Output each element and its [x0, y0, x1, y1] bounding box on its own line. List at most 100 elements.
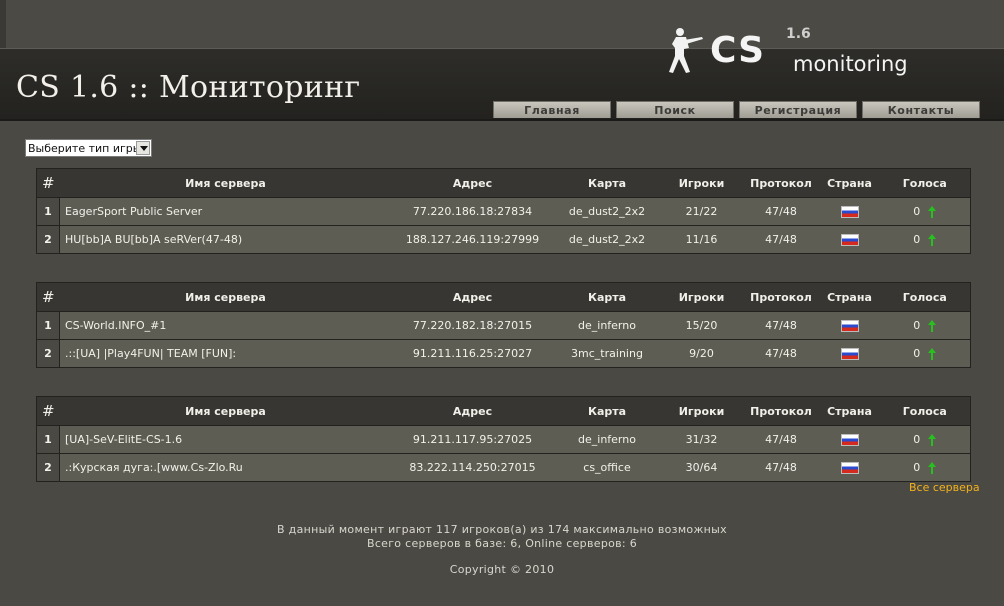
row-num: 2 [36, 453, 60, 482]
server-country [819, 197, 880, 226]
game-type-select[interactable]: Выберите тип игры [25, 139, 152, 157]
server-name-link[interactable]: EagerSport Public Server [59, 197, 392, 226]
players-online-text: В данный момент играют 117 игроков(а) из… [277, 523, 727, 536]
vote-count: 0 [913, 233, 921, 246]
col-votes[interactable]: Голоса [879, 282, 971, 312]
server-votes: 0 [879, 197, 971, 226]
col-players[interactable]: Игроки [660, 282, 743, 312]
russia-flag-icon [840, 206, 859, 218]
vote-up-arrow-icon[interactable] [928, 461, 937, 474]
row-num: 1 [36, 425, 60, 454]
vote-up-arrow-icon[interactable] [928, 347, 937, 360]
col-players[interactable]: Игроки [660, 396, 743, 426]
table-row[interactable]: 1 [UA]-SeV-ElitE-CS-1.6 91.211.117.95:27… [36, 425, 971, 454]
server-address: 77.220.186.18:27834 [391, 197, 554, 226]
col-votes[interactable]: Голоса [879, 168, 971, 198]
server-map: de_inferno [553, 425, 661, 454]
server-name-link[interactable]: .:Курская дуга:.[www.Cs-Zlo.Ru [59, 453, 392, 482]
nav-tab-home[interactable]: Главная [493, 101, 611, 118]
table-row[interactable]: 1 EagerSport Public Server 77.220.186.18… [36, 197, 971, 226]
vote-up-arrow-icon[interactable] [928, 319, 937, 332]
all-servers-link[interactable]: Все сервера [909, 481, 980, 494]
server-protocol: 47/48 [742, 339, 820, 368]
server-name-link[interactable]: [UA]-SeV-ElitE-CS-1.6 [59, 425, 392, 454]
server-name-link[interactable]: .::[UA] |Play4FUN| TEAM [FUN]: [59, 339, 392, 368]
vote-count: 0 [913, 433, 921, 446]
vote-count: 0 [913, 319, 921, 332]
table-row[interactable]: 2 .:Курская дуга:.[www.Cs-Zlo.Ru 83.222.… [36, 453, 971, 482]
col-map[interactable]: Карта [553, 396, 661, 426]
dropdown-arrow-icon[interactable] [136, 141, 150, 155]
russia-flag-icon [840, 434, 859, 446]
server-table-3: # Имя сервера Адрес Карта Игроки Протоко… [36, 396, 971, 482]
server-players: 31/32 [660, 425, 743, 454]
site-title: CS 1.6 :: Мониторинг [16, 70, 361, 105]
server-protocol: 47/48 [742, 225, 820, 254]
server-table-2: # Имя сервера Адрес Карта Игроки Протоко… [36, 282, 971, 368]
server-players: 30/64 [660, 453, 743, 482]
table-row[interactable]: 2 .::[UA] |Play4FUN| TEAM [FUN]: 91.211.… [36, 339, 971, 368]
col-name[interactable]: Имя сервера [59, 396, 392, 426]
server-country [819, 425, 880, 454]
logo-cs-text: CS [710, 30, 766, 71]
vote-up-arrow-icon[interactable] [928, 233, 937, 246]
row-num: 2 [36, 225, 60, 254]
nav-tab-contacts[interactable]: Контакты [862, 101, 980, 118]
col-address[interactable]: Адрес [391, 282, 554, 312]
server-protocol: 47/48 [742, 197, 820, 226]
col-map[interactable]: Карта [553, 168, 661, 198]
nav-tab-search[interactable]: Поиск [616, 101, 734, 118]
table-row[interactable]: 2 HU[bb]A BU[bb]A seRVer(47-48) 188.127.… [36, 225, 971, 254]
server-votes: 0 [879, 425, 971, 454]
col-players[interactable]: Игроки [660, 168, 743, 198]
russia-flag-icon [840, 348, 859, 360]
server-address: 188.127.246.119:27999 [391, 225, 554, 254]
server-name-link[interactable]: HU[bb]A BU[bb]A seRVer(47-48) [59, 225, 392, 254]
server-votes: 0 [879, 225, 971, 254]
col-name[interactable]: Имя сервера [59, 168, 392, 198]
vote-count: 0 [913, 461, 921, 474]
table-header-row: # Имя сервера Адрес Карта Игроки Протоко… [36, 282, 971, 312]
col-num: # [36, 282, 60, 312]
row-num: 1 [36, 311, 60, 340]
col-country[interactable]: Страна [819, 282, 880, 312]
server-map: de_dust2_2x2 [553, 197, 661, 226]
server-table-1: # Имя сервера Адрес Карта Игроки Протоко… [36, 168, 971, 254]
top-strip-edge [0, 0, 6, 48]
nav-tab-register[interactable]: Регистрация [739, 101, 857, 118]
game-type-select-value: Выберите тип игры [28, 142, 142, 155]
server-name-link[interactable]: CS-World.INFO_#1 [59, 311, 392, 340]
server-map: de_inferno [553, 311, 661, 340]
server-address: 91.211.116.25:27027 [391, 339, 554, 368]
col-protocol[interactable]: Протокол [742, 396, 820, 426]
server-address: 91.211.117.95:27025 [391, 425, 554, 454]
logo-version: 1.6 [786, 26, 811, 42]
table-header-row: # Имя сервера Адрес Карта Игроки Протоко… [36, 396, 971, 426]
col-country[interactable]: Страна [819, 168, 880, 198]
server-address: 77.220.182.18:27015 [391, 311, 554, 340]
col-name[interactable]: Имя сервера [59, 282, 392, 312]
server-players: 11/16 [660, 225, 743, 254]
server-country [819, 453, 880, 482]
vote-up-arrow-icon[interactable] [928, 205, 937, 218]
col-votes[interactable]: Голоса [879, 396, 971, 426]
server-protocol: 47/48 [742, 311, 820, 340]
copyright-text: Copyright © 2010 [449, 563, 555, 576]
col-num: # [36, 168, 60, 198]
row-num: 1 [36, 197, 60, 226]
server-map: de_dust2_2x2 [553, 225, 661, 254]
vote-up-arrow-icon[interactable] [928, 433, 937, 446]
server-players: 9/20 [660, 339, 743, 368]
col-country[interactable]: Страна [819, 396, 880, 426]
col-address[interactable]: Адрес [391, 168, 554, 198]
col-protocol[interactable]: Протокол [742, 282, 820, 312]
col-map[interactable]: Карта [553, 282, 661, 312]
col-protocol[interactable]: Протокол [742, 168, 820, 198]
col-address[interactable]: Адрес [391, 396, 554, 426]
col-num: # [36, 396, 60, 426]
vote-count: 0 [913, 347, 921, 360]
server-country [819, 225, 880, 254]
servers-count-text: Всего серверов в базе: 6, Online серверо… [366, 537, 638, 550]
russia-flag-icon [840, 320, 859, 332]
table-row[interactable]: 1 CS-World.INFO_#1 77.220.182.18:27015 d… [36, 311, 971, 340]
